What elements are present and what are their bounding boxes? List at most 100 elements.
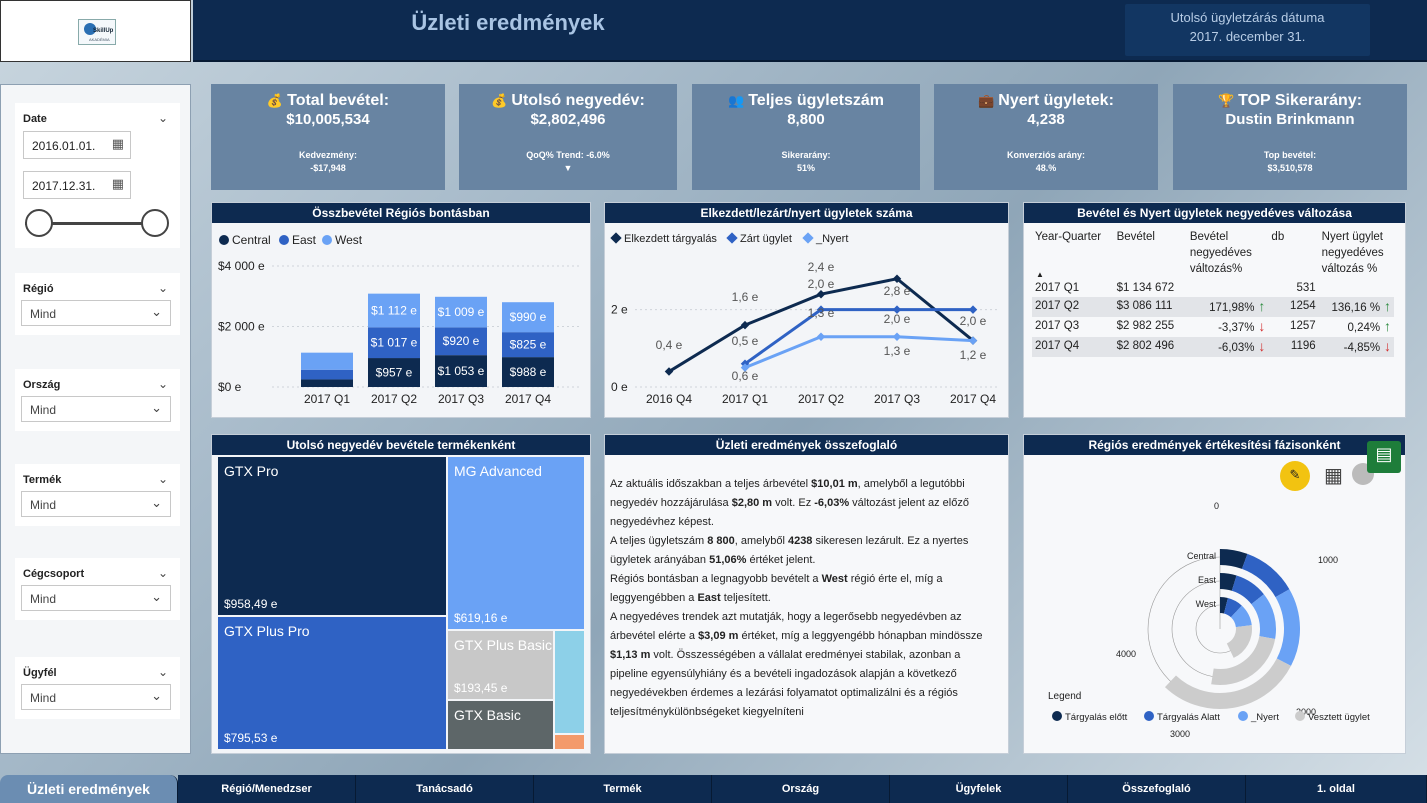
table-cell: 1254: [1268, 297, 1319, 317]
bar-data-label: $1 053 e: [438, 364, 485, 378]
bar-data-label: $920 e: [443, 334, 480, 348]
table-cell: $3 086 111: [1113, 297, 1187, 317]
bar-data-label: $988 e: [510, 365, 547, 379]
legend-diamond: [802, 232, 814, 244]
table-row[interactable]: 2017 Q4 $2 802 496 -6,03% ↓ 1196 -4,85% ↓: [1032, 337, 1394, 357]
bar-data-label: $1 017 e: [371, 336, 418, 350]
customer-slicer: Ügyfél ⌄ Mind ⌄: [15, 657, 180, 719]
treemap-tile-gtx-plus-basic[interactable]: GTX Plus Basic $193,45 e: [448, 631, 553, 699]
arrow-down-icon: ↓: [1254, 338, 1266, 354]
y-tick-label: 2 e: [611, 303, 628, 317]
slider-handle-end[interactable]: [141, 209, 169, 237]
chevron-down-icon[interactable]: ⌄: [158, 111, 168, 125]
table-cell: [1319, 279, 1394, 297]
company-group-dropdown[interactable]: Mind ⌄: [21, 585, 171, 611]
chevron-down-icon[interactable]: ⌄: [158, 472, 168, 486]
skillup-logo: SkillUp AKADÉMIA: [78, 19, 116, 45]
legend-item[interactable]: Tárgyalás előtt: [1052, 711, 1127, 723]
kpi-total-revenue: 💰 Total bevétel: $10,005,534 Kedvezmény: …: [211, 84, 445, 190]
line-chart-title: Elkezdett/lezárt/nyert ügyletek száma: [605, 203, 1008, 223]
line-chart-panel: Elkezdett/lezárt/nyert ügyletek száma El…: [604, 202, 1009, 418]
customer-dropdown[interactable]: Mind ⌄: [21, 684, 171, 710]
legend-item[interactable]: West: [322, 233, 362, 247]
line-data-label: 2,0 e: [884, 312, 911, 326]
chevron-down-icon[interactable]: ⌄: [158, 566, 168, 580]
treemap-tile-gtx-plus-pro[interactable]: GTX Plus Pro $795,53 e: [218, 617, 446, 749]
country-dropdown[interactable]: Mind ⌄: [21, 396, 171, 422]
date-slicer-label: Date: [23, 113, 47, 125]
column-header[interactable]: Nyert ügylet negyedéves változás %: [1319, 227, 1394, 279]
legend-dot: [219, 235, 229, 245]
table-cell: [1187, 279, 1269, 297]
column-header[interactable]: db: [1268, 227, 1318, 279]
legend-item[interactable]: Zárt ügylet: [726, 232, 792, 245]
radial-tick-label: 0: [1214, 501, 1219, 511]
summary-text: Az aktuális időszakban a teljes árbevéte…: [610, 478, 983, 718]
table-cell: 0,24% ↑: [1347, 318, 1392, 334]
legend-diamond: [610, 232, 622, 244]
legend-dot: [1144, 711, 1154, 721]
bar-data-label: $1 009 e: [438, 305, 485, 319]
summary-title: Üzleti eredmények összefoglaló: [605, 435, 1008, 455]
legend-item[interactable]: Tárgyalás Alatt: [1144, 711, 1220, 723]
legend-item[interactable]: Central: [219, 233, 271, 247]
arrow-down-icon: ↓: [1254, 318, 1266, 334]
line-chart: 0 e 2 e 0,4 e 1,6 e 2,4 e 2,0 e 2,8 e 2,0 e 0,5 …: [611, 260, 1000, 406]
slicer-label: Cégcsoport: [23, 568, 85, 580]
radial-chart-panel: Régiós eredmények értékesítési fázisonké…: [1023, 434, 1406, 754]
legend-item[interactable]: _Nyert: [1238, 711, 1279, 723]
tab-summary[interactable]: Összefoglaló: [1068, 775, 1246, 803]
line-data-label: 2,0 e: [960, 314, 987, 328]
radial-tick-label: 1000: [1318, 555, 1338, 565]
table-title: Bevétel és Nyert ügyletek negyedéves vál…: [1024, 203, 1405, 223]
treemap-tile-gtx-pro[interactable]: GTX Pro $958,49 e: [218, 457, 446, 615]
region-dropdown[interactable]: Mind ⌄: [21, 300, 171, 326]
date-to-input[interactable]: 2017.12.31. ▦: [23, 171, 131, 199]
chevron-down-icon[interactable]: ⌄: [158, 281, 168, 295]
tab-country[interactable]: Ország: [712, 775, 890, 803]
chevron-down-icon[interactable]: ⌄: [158, 377, 168, 391]
table-grid-icon[interactable]: ▦: [1324, 463, 1343, 488]
table-cell: 531: [1296, 282, 1316, 294]
arrow-down-icon: ↓: [1380, 338, 1391, 354]
form-icon[interactable]: ▤: [1367, 441, 1401, 473]
column-header[interactable]: Bevétel: [1114, 227, 1187, 279]
legend-item[interactable]: Vesztett ügylet: [1295, 711, 1370, 723]
x-tick-label: 2017 Q2: [371, 392, 417, 406]
slider-handle-start[interactable]: [25, 209, 53, 237]
x-tick-label: 2017 Q4: [505, 392, 551, 406]
column-header[interactable]: Bevétel negyedéves változás%: [1187, 227, 1269, 279]
tab-product[interactable]: Termék: [534, 775, 712, 803]
table-row[interactable]: 2017 Q3 $2 982 255 -3,37% ↓ 1257 0,24% ↑: [1032, 317, 1394, 337]
radial-category-label: East: [1198, 575, 1217, 585]
product-dropdown[interactable]: Mind ⌄: [21, 491, 171, 517]
last-date-label: Utolsó ügyletzárás dátuma: [1170, 10, 1325, 25]
tab-customers[interactable]: Ügyfelek: [890, 775, 1068, 803]
line-data-label: 0,6 e: [732, 369, 759, 383]
table-row[interactable]: 2017 Q1 $1 134 672 531: [1032, 279, 1394, 297]
calendar-icon[interactable]: ▦: [112, 176, 124, 192]
tab-business-results[interactable]: Üzleti eredmények: [0, 775, 178, 803]
treemap-tile-mg-advanced[interactable]: MG Advanced $619,16 e: [448, 457, 584, 629]
tab-page-1[interactable]: 1. oldal: [1246, 775, 1427, 803]
date-from-input[interactable]: 2016.01.01. ▦: [23, 131, 131, 159]
chevron-down-icon[interactable]: ⌄: [158, 665, 168, 679]
tab-region-manager[interactable]: Régió/Menedzser: [178, 775, 356, 803]
line-data-label: 0,4 e: [656, 338, 683, 352]
bar-segment: [301, 352, 353, 370]
treemap-tile-small[interactable]: [555, 735, 584, 749]
column-header[interactable]: Year-Quarter ▲: [1032, 227, 1114, 279]
legend-item[interactable]: East: [279, 233, 316, 247]
legend-item[interactable]: Elkezdett tárgyalás: [610, 232, 717, 245]
briefcase-icon: 💼: [978, 93, 995, 108]
treemap-tile-gtx-basic[interactable]: GTX Basic: [448, 701, 553, 749]
table-row[interactable]: 2017 Q2 $3 086 111 171,98% ↑ 1254 136,16 % ↑: [1032, 297, 1394, 317]
table-cell: 2017 Q4: [1032, 337, 1114, 357]
trophy-icon: 🏆: [1217, 93, 1235, 108]
tab-consultant[interactable]: Tanácsadó: [356, 775, 534, 803]
legend-item[interactable]: _Nyert: [802, 232, 848, 245]
treemap-tile-small[interactable]: [555, 631, 584, 733]
edit-pencil-icon[interactable]: ✎: [1280, 461, 1310, 491]
x-tick-label: 2017 Q1: [722, 392, 768, 406]
calendar-icon[interactable]: ▦: [112, 136, 124, 152]
